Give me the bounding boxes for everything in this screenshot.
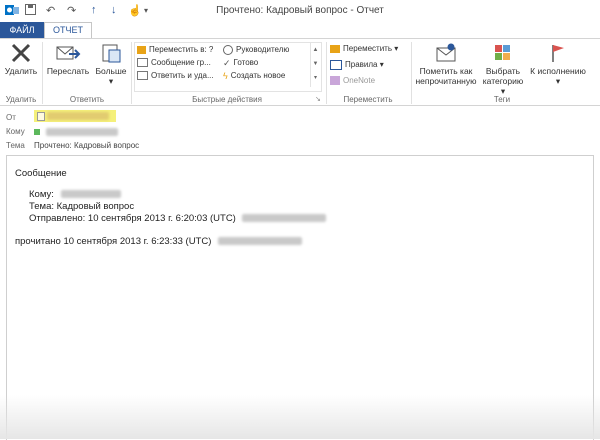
gallery-more-icon: ▾ — [313, 75, 317, 81]
dropdown-arrow-icon: ▾ — [394, 44, 399, 53]
message-to-line: Кому: — [29, 189, 121, 200]
categorize-button[interactable]: Выбрать категорию ▾ — [480, 42, 526, 96]
subject-label: Тема — [6, 141, 25, 150]
delete-x-icon — [2, 42, 40, 66]
quick-steps-gallery: Переместить в: ? Сообщение гр... Ответит… — [134, 42, 322, 92]
checkmark-icon: ✓ — [223, 58, 231, 68]
message-subject-line: Тема: Кадровый вопрос — [29, 201, 135, 212]
to-value[interactable] — [34, 126, 118, 136]
dropdown-arrow-icon: ▾ — [555, 76, 561, 86]
quick-step-team-email[interactable]: Сообщение гр... — [137, 57, 211, 69]
presence-icon — [37, 112, 45, 121]
recipient-name-redacted — [45, 127, 118, 136]
group-divider — [42, 42, 43, 104]
quick-step-create-new[interactable]: ϟ Создать новое — [223, 70, 285, 82]
recipient-name-redacted — [60, 190, 121, 199]
quick-step-move-to[interactable]: Переместить в: ? — [137, 44, 213, 56]
dropdown-arrow-icon: ▾ — [379, 60, 384, 69]
categories-icon — [480, 42, 526, 66]
bottom-shadow — [0, 395, 600, 439]
group-divider — [131, 42, 132, 104]
onenote-button[interactable]: OneNote — [330, 75, 375, 87]
tab-file[interactable]: ФАЙЛ — [0, 22, 44, 38]
message-sent-line: Отправлено: 10 сентября 2013 г. 6:20:03 … — [29, 213, 327, 224]
move-button[interactable]: Переместить ▾ — [330, 43, 398, 55]
onenote-icon — [330, 76, 340, 86]
timezone-redacted — [242, 214, 327, 223]
timezone-redacted — [218, 237, 303, 246]
mark-unread-button[interactable]: Пометить как непрочитанную — [414, 42, 478, 86]
group-label-quick-steps: Быстрые действия — [192, 95, 262, 104]
sender-name-redacted — [47, 112, 109, 120]
lightning-icon: ϟ — [223, 71, 228, 81]
group-divider — [326, 42, 327, 104]
group-label-move: Переместить — [343, 95, 393, 104]
manager-icon — [223, 44, 233, 55]
to-label: Кому — [6, 127, 25, 136]
rules-icon — [330, 59, 342, 70]
subject-value: Прочтено: Кадровый вопрос — [34, 141, 140, 150]
title-bar: ↶ ↷ ↑ ↓ ☝ ▾ Прочтено: Кадровый вопрос - … — [0, 0, 600, 22]
envelope-icon — [414, 42, 478, 66]
quick-step-reply-delete[interactable]: Ответить и уда... — [137, 70, 214, 82]
more-button[interactable]: Больше ▾ — [93, 42, 129, 86]
rules-button[interactable]: Правила ▾ — [330, 59, 384, 71]
delete-button[interactable]: Удалить — [2, 42, 40, 76]
dialog-launcher-icon[interactable]: ↘ — [315, 95, 321, 103]
tab-report[interactable]: ОТЧЕТ — [44, 22, 92, 38]
dropdown-arrow-icon: ▾ — [108, 76, 114, 86]
forward-button[interactable]: Переслать — [45, 42, 91, 76]
gallery-scroll[interactable]: ▲ ▼ ▾ — [310, 43, 320, 87]
group-divider — [411, 42, 412, 104]
email-icon — [137, 58, 148, 68]
window-title: Прочтено: Кадровый вопрос - Отчет — [216, 5, 384, 16]
from-label: От — [6, 113, 16, 122]
flag-icon — [528, 42, 588, 66]
reply-delete-icon — [137, 71, 148, 81]
group-label-tags: Теги — [493, 95, 511, 104]
message-read-line: прочитано 10 сентября 2013 г. 6:23:33 (U… — [15, 236, 303, 247]
move-folder-icon — [330, 44, 340, 53]
forward-icon — [45, 42, 91, 66]
scroll-up-icon: ▲ — [312, 47, 319, 53]
presence-icon — [34, 128, 40, 135]
ribbon: Удалить Удалить Переслать Больше ▾ Ответ… — [0, 38, 600, 106]
more-respond-icon — [93, 42, 129, 66]
scroll-down-icon: ▼ — [312, 61, 319, 67]
quick-step-to-manager[interactable]: Руководителю — [223, 44, 289, 56]
group-label-delete: Удалить — [5, 95, 37, 104]
ribbon-tabs: ФАЙЛ ОТЧЕТ — [0, 22, 600, 38]
quick-step-done[interactable]: ✓ Готово — [223, 57, 258, 69]
from-value[interactable] — [34, 110, 116, 122]
follow-up-button[interactable]: К исполнению ▾ — [528, 42, 588, 86]
folder-icon — [137, 45, 146, 54]
message-heading: Сообщение — [15, 168, 67, 179]
group-label-respond: Ответить — [69, 95, 105, 104]
